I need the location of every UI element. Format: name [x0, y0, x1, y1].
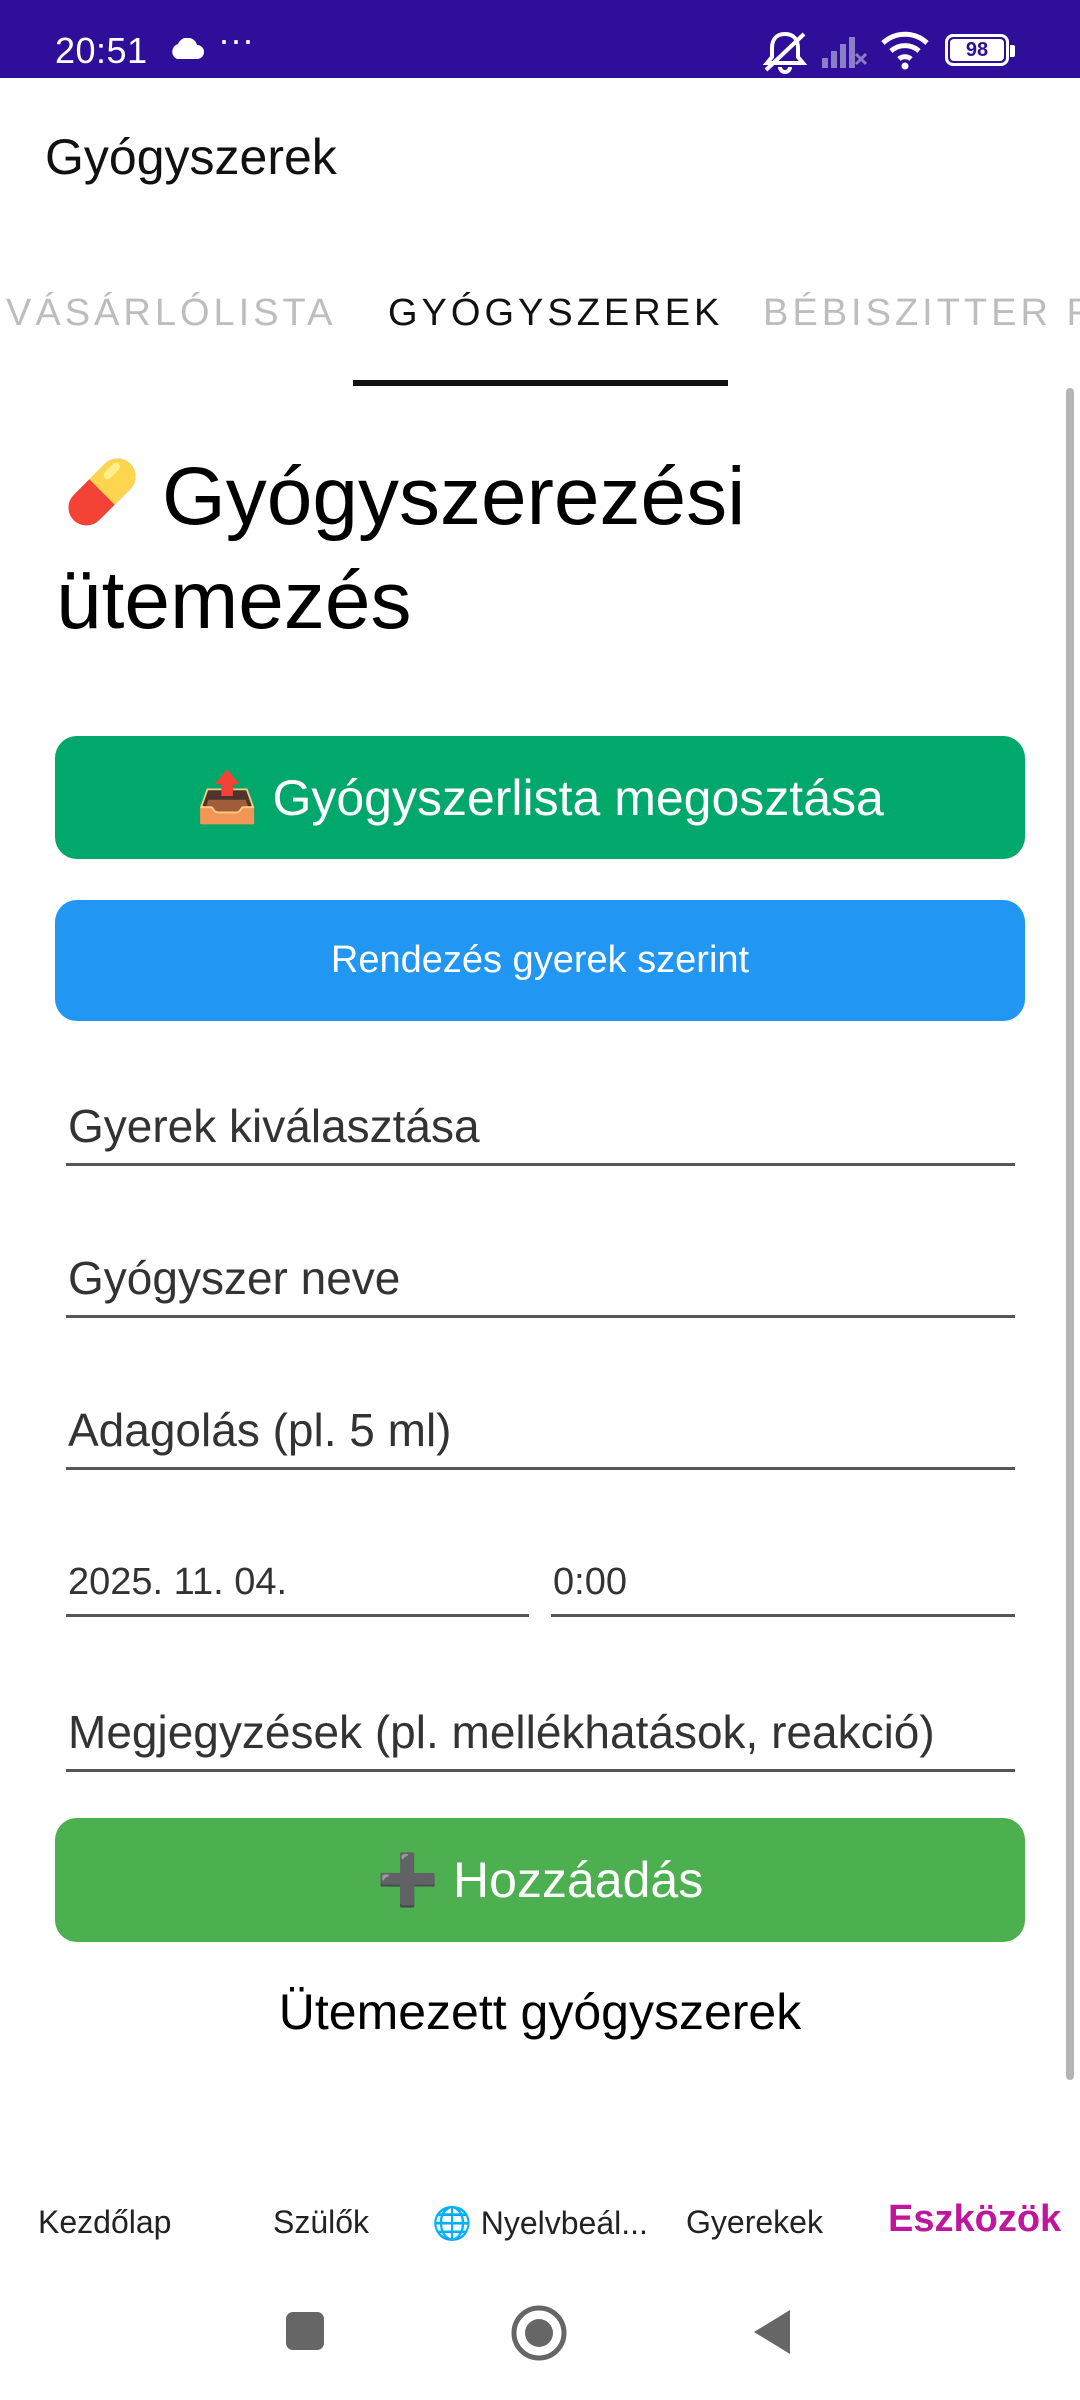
nav-parents[interactable]: Szülők — [273, 2204, 369, 2241]
tab-bar: VÁSÁRLÓLISTA GYÓGYSZEREK BÉBISZITTER FI — [0, 268, 1080, 388]
time-picker-field[interactable]: 0:00 — [551, 1535, 1015, 1617]
child-select-placeholder: Gyerek kiválasztása — [68, 1100, 480, 1152]
notes-placeholder: Megjegyzések (pl. mellékhatások, reakció… — [68, 1706, 935, 1758]
app-bar-title: Gyógyszerek — [45, 129, 337, 185]
nav-tools[interactable]: Eszközök — [888, 2198, 1061, 2241]
nav-home[interactable]: Kezdőlap — [38, 2204, 171, 2241]
sort-by-child-button[interactable]: Rendezés gyerek szerint — [55, 900, 1025, 1021]
medicine-name-placeholder: Gyógyszer neve — [68, 1252, 401, 1304]
wifi-icon — [881, 31, 929, 70]
nav-children[interactable]: Gyerekek — [686, 2204, 823, 2241]
tab-babysitter[interactable]: BÉBISZITTER FI — [763, 292, 1080, 335]
pill-icon — [68, 458, 136, 526]
muted-icon — [762, 31, 808, 74]
time-value: 0:00 — [553, 1561, 627, 1603]
outbox-icon: 📤 — [196, 769, 259, 825]
share-medicine-list-button[interactable]: 📤 Gyógyszerlista megosztása — [55, 736, 1025, 859]
date-picker-field[interactable]: 2025. 11. 04. — [66, 1535, 529, 1617]
add-button[interactable]: ➕ Hozzáadás — [55, 1818, 1025, 1942]
scheduled-medicines-title: Ütemezett gyógyszerek — [278, 1984, 802, 2040]
home-icon[interactable] — [510, 2304, 568, 2362]
more-notifications-icon: ··· — [218, 19, 254, 60]
tab-indicator — [353, 380, 728, 386]
medicine-name-input[interactable]: Gyógyszer neve — [66, 1232, 1015, 1318]
dosage-input[interactable]: Adagolás (pl. 5 ml) — [66, 1384, 1015, 1470]
add-button-label: Hozzáadás — [453, 1852, 704, 1908]
page-heading: Gyógyszerezési ütemezés — [56, 445, 1016, 653]
status-bar: 20:51 ··· 98 — [0, 0, 1080, 78]
notes-input[interactable]: Megjegyzések (pl. mellékhatások, reakció… — [66, 1686, 1015, 1772]
heading-line-1: Gyógyszerezési — [162, 451, 746, 542]
battery-icon: 98 — [945, 34, 1015, 66]
recents-icon[interactable] — [284, 2310, 326, 2352]
heading-line-2: ütemezés — [56, 555, 412, 646]
tab-shopping-list[interactable]: VÁSÁRLÓLISTA — [6, 292, 336, 335]
system-navigation-bar — [0, 2280, 1080, 2400]
scrollbar[interactable] — [1066, 388, 1074, 2080]
signal-icon — [822, 37, 868, 68]
share-button-label: Gyógyszerlista megosztása — [272, 769, 884, 826]
battery-level: 98 — [950, 39, 1004, 61]
child-select[interactable]: Gyerek kiválasztása — [66, 1080, 1015, 1166]
nav-language-settings[interactable]: 🌐 Nyelvbeál... — [432, 2204, 648, 2242]
bottom-navigation: Kezdőlap Szülők 🌐 Nyelvbeál... Gyerekek … — [0, 2180, 1080, 2280]
cloud-icon — [172, 38, 204, 59]
dosage-placeholder: Adagolás (pl. 5 ml) — [68, 1404, 452, 1456]
status-time: 20:51 — [55, 30, 148, 71]
date-value: 2025. 11. 04. — [68, 1561, 288, 1603]
plus-icon: ➕ — [376, 1851, 440, 1908]
sort-button-label: Rendezés gyerek szerint — [330, 939, 750, 981]
back-icon[interactable] — [752, 2308, 792, 2356]
tab-medicines[interactable]: GYÓGYSZEREK — [388, 292, 723, 335]
